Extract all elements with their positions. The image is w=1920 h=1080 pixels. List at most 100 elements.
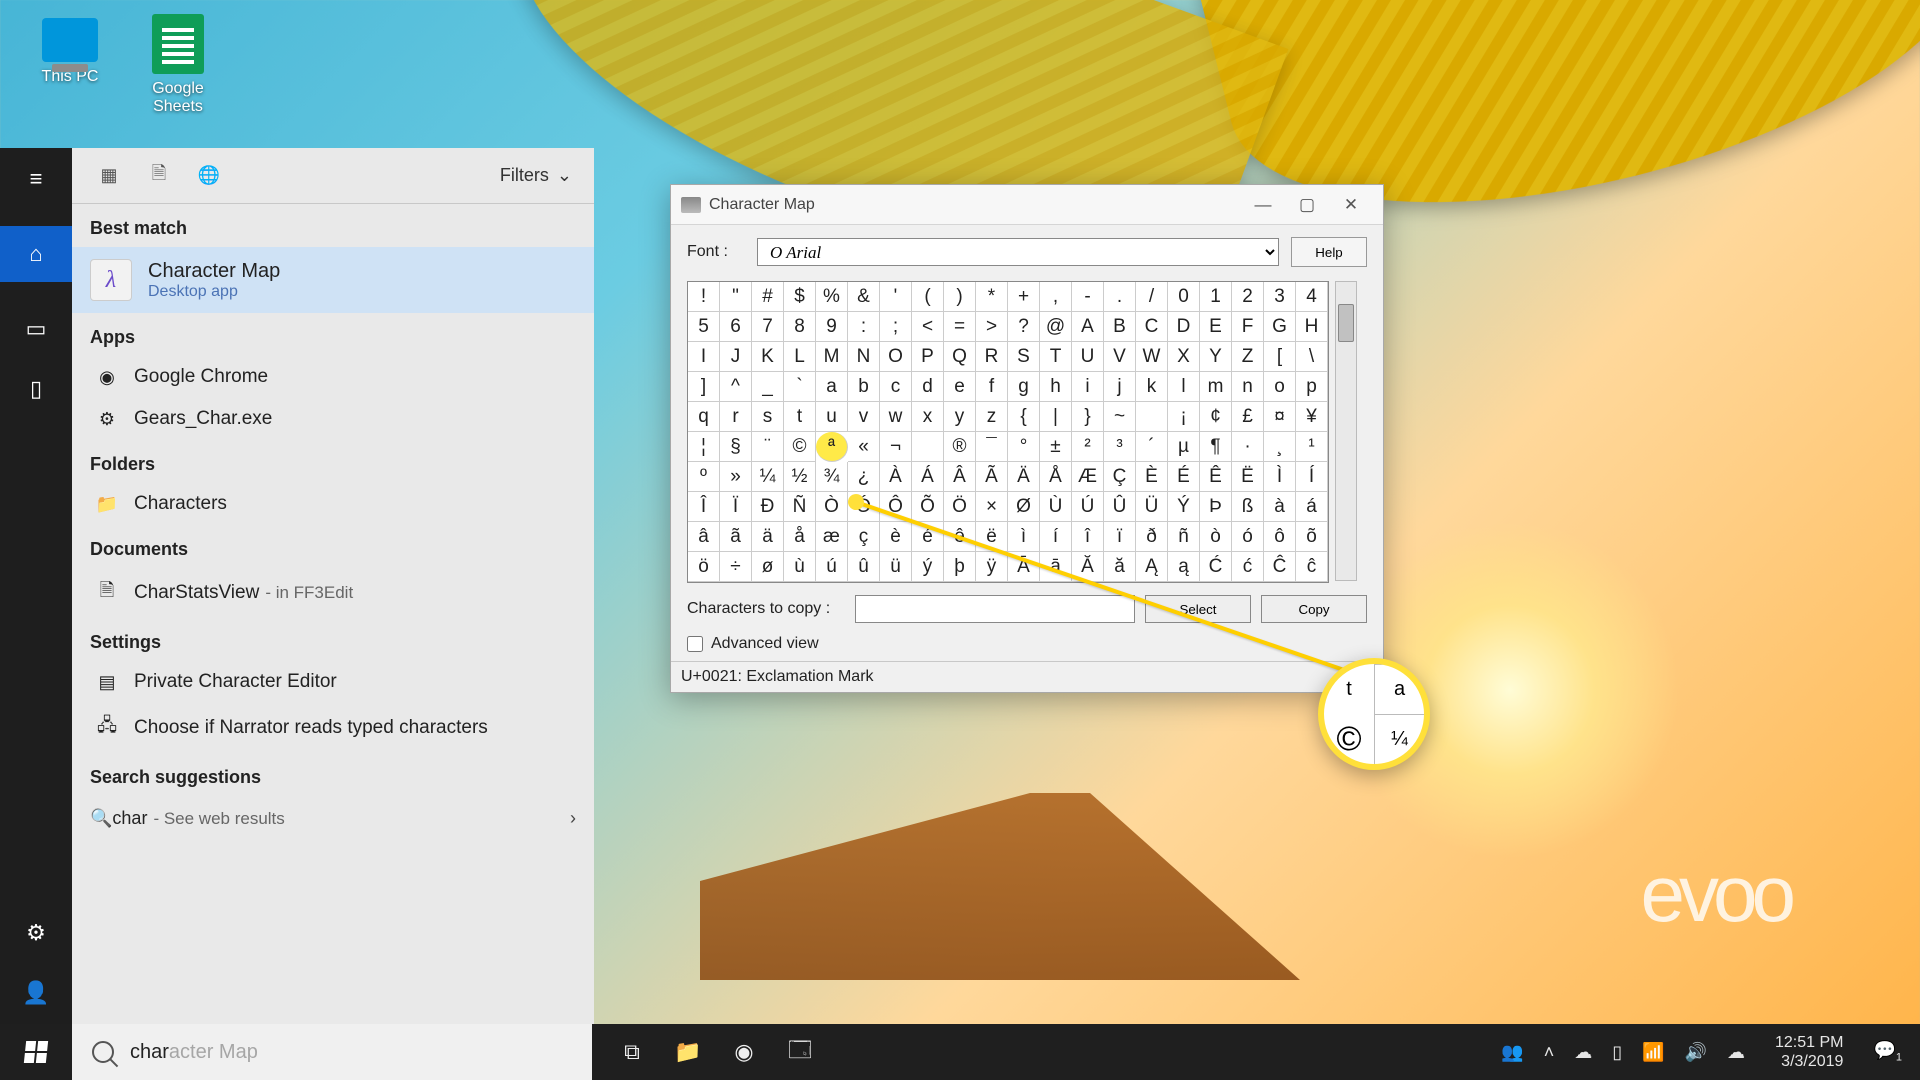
char-cell[interactable]: ¥ (1296, 402, 1328, 432)
char-cell[interactable]: á (1296, 492, 1328, 522)
taskbar-clock[interactable]: 12:51 PM 3/3/2019 (1765, 1033, 1853, 1071)
char-cell[interactable]: i (1072, 372, 1104, 402)
char-cell[interactable]: Z (1232, 342, 1264, 372)
user-icon[interactable]: 👤 (23, 980, 49, 1006)
char-cell[interactable]: ± (1040, 432, 1072, 462)
char-cell[interactable]: 8 (784, 312, 816, 342)
char-cell[interactable]: / (1136, 282, 1168, 312)
char-cell[interactable]: Ë (1232, 462, 1264, 492)
char-cell[interactable]: P (912, 342, 944, 372)
char-cell[interactable]: í (1040, 522, 1072, 552)
char-cell[interactable]: H (1296, 312, 1328, 342)
char-cell[interactable]: # (752, 282, 784, 312)
char-cell[interactable]: Â (944, 462, 976, 492)
char-cell[interactable]: } (1072, 402, 1104, 432)
char-cell[interactable]: 7 (752, 312, 784, 342)
char-cell[interactable]: Æ (1072, 462, 1104, 492)
people-icon[interactable]: 👥 (1501, 1042, 1523, 1063)
char-cell[interactable]: Ò (816, 492, 848, 522)
char-cell[interactable]: e (944, 372, 976, 402)
settings-item-narrator[interactable]: 🖧 Choose if Narrator reads typed charact… (72, 703, 594, 753)
char-cell[interactable]: · (1232, 432, 1264, 462)
char-cell[interactable]: ~ (1104, 402, 1136, 432)
char-cell[interactable]: S (1008, 342, 1040, 372)
cloud-sync-icon[interactable]: ☁ (1727, 1042, 1745, 1063)
char-cell[interactable]: 1 (1200, 282, 1232, 312)
char-cell[interactable]: õ (1296, 522, 1328, 552)
char-cell[interactable]: L (784, 342, 816, 372)
char-cell[interactable]: D (1168, 312, 1200, 342)
char-cell[interactable]: W (1136, 342, 1168, 372)
desktop-icon-google-sheets[interactable]: Google Sheets (128, 14, 228, 116)
char-cell[interactable]: v (848, 402, 880, 432)
char-cell[interactable]: R (976, 342, 1008, 372)
char-cell[interactable]: z (976, 402, 1008, 432)
char-cell[interactable]: ) (944, 282, 976, 312)
char-cell[interactable]: 5 (688, 312, 720, 342)
char-cell[interactable]: ĉ (1296, 552, 1328, 582)
char-cell[interactable]: ¦ (688, 432, 720, 462)
char-cell[interactable]: : (848, 312, 880, 342)
char-cell[interactable]: & (848, 282, 880, 312)
taskbar-search-input[interactable]: character Map (72, 1024, 592, 1080)
char-cell[interactable]: m (1200, 372, 1232, 402)
char-cell[interactable]: È (1136, 462, 1168, 492)
hamburger-icon[interactable]: ≡ (23, 166, 49, 192)
app-item-gears[interactable]: ⚙ Gears_Char.exe (72, 398, 594, 440)
char-cell[interactable]: Þ (1200, 492, 1232, 522)
char-cell[interactable]: ú (816, 552, 848, 582)
char-cell[interactable]: Ø (1008, 492, 1040, 522)
char-cell[interactable]: » (720, 462, 752, 492)
charmap-scrollbar[interactable] (1335, 281, 1357, 581)
char-cell[interactable]: I (688, 342, 720, 372)
char-cell[interactable]: ? (1008, 312, 1040, 342)
char-cell[interactable]: Ã (976, 462, 1008, 492)
char-cell[interactable]: + (1008, 282, 1040, 312)
chars-to-copy-input[interactable] (855, 595, 1135, 623)
char-cell[interactable]: ô (1264, 522, 1296, 552)
font-select[interactable]: O Arial (757, 238, 1279, 266)
char-cell[interactable]: À (880, 462, 912, 492)
char-cell[interactable]: ¬ (880, 432, 912, 462)
char-cell[interactable]: ă (1104, 552, 1136, 582)
help-button[interactable]: Help (1291, 237, 1367, 267)
char-cell[interactable]: þ (944, 552, 976, 582)
char-cell[interactable]: ¡ (1168, 402, 1200, 432)
char-cell[interactable]: [ (1264, 342, 1296, 372)
start-button[interactable] (0, 1024, 72, 1080)
char-cell[interactable]: 3 (1264, 282, 1296, 312)
volume-icon[interactable]: 🔊 (1685, 1042, 1707, 1063)
char-cell[interactable]: Q (944, 342, 976, 372)
char-cell[interactable]: Ý (1168, 492, 1200, 522)
char-cell[interactable]: ß (1232, 492, 1264, 522)
char-cell[interactable]: d (912, 372, 944, 402)
web-suggestion-item[interactable]: 🔍 char - See web results › (72, 796, 594, 841)
char-cell[interactable]: ä (752, 522, 784, 552)
desktop-icon-this-pc[interactable]: This PC (20, 18, 120, 86)
char-cell[interactable]: ¸ (1264, 432, 1296, 462)
task-view-icon[interactable]: ⧉ (618, 1038, 646, 1066)
char-cell[interactable]: « (848, 432, 880, 462)
char-cell[interactable]: o (1264, 372, 1296, 402)
char-cell[interactable]: x (912, 402, 944, 432)
char-cell[interactable]: q (688, 402, 720, 432)
action-center-icon[interactable]: 💬1 (1873, 1040, 1902, 1064)
char-cell[interactable]: G (1264, 312, 1296, 342)
char-cell[interactable]: _ (752, 372, 784, 402)
char-cell[interactable]: ò (1200, 522, 1232, 552)
char-cell[interactable]: E (1200, 312, 1232, 342)
char-cell[interactable]: Ć (1200, 552, 1232, 582)
char-cell[interactable]: û (848, 552, 880, 582)
char-cell[interactable]: è (880, 522, 912, 552)
minimize-button[interactable]: — (1241, 185, 1285, 225)
char-cell[interactable]: ð (1136, 522, 1168, 552)
char-cell[interactable]: £ (1232, 402, 1264, 432)
doc-item-charstats[interactable]: 🗎 CharStatsView - in FF3Edit (72, 568, 594, 618)
char-cell[interactable]: , (1040, 282, 1072, 312)
char-cell[interactable]: ¹ (1296, 432, 1328, 462)
monitor-outline-icon[interactable]: ▭ (23, 316, 49, 342)
char-cell[interactable]: < (912, 312, 944, 342)
char-cell[interactable]: ø (752, 552, 784, 582)
char-cell[interactable]: = (944, 312, 976, 342)
tray-chevron-icon[interactable]: ˄ (1544, 1042, 1555, 1063)
